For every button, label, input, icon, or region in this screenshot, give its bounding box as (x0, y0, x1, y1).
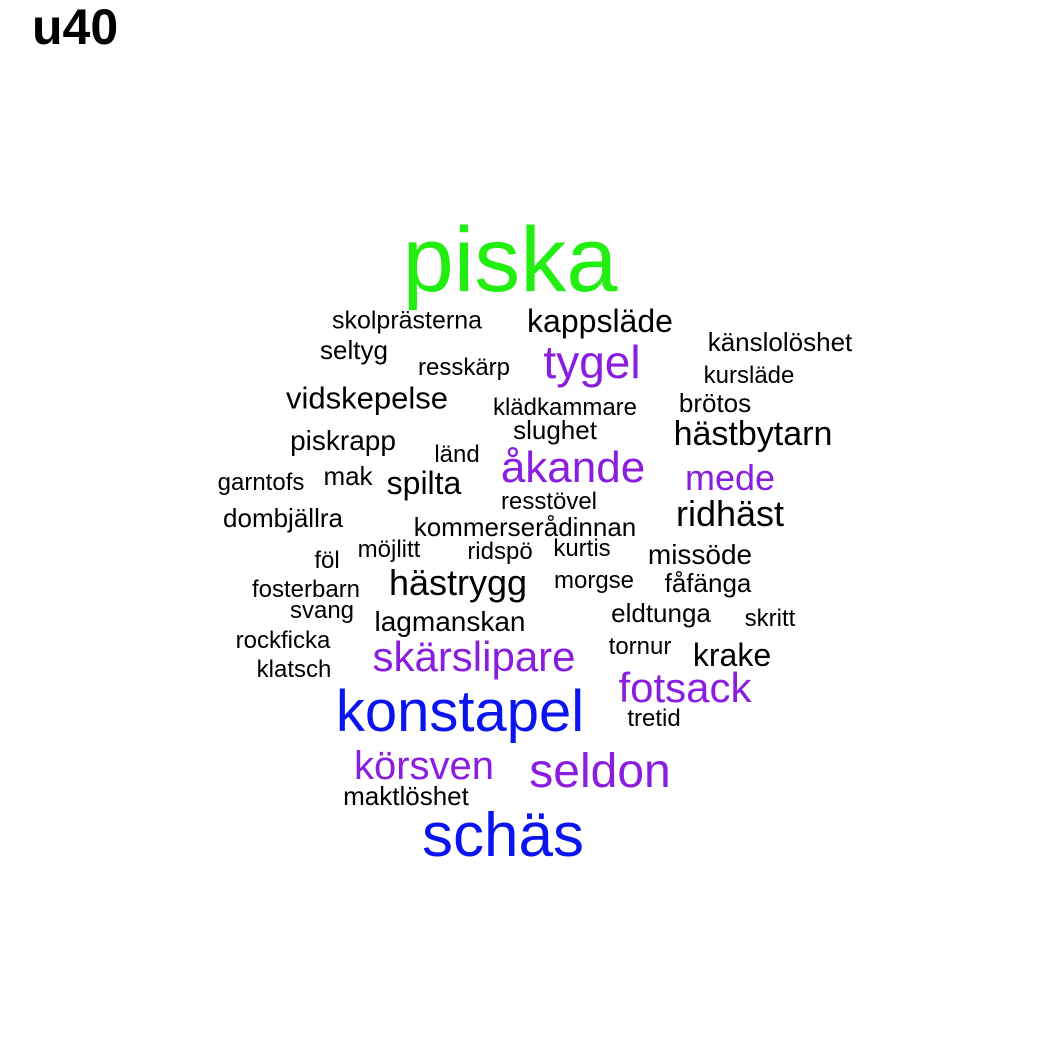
word-rockficka: rockficka (235, 627, 331, 654)
word-fol: föl (314, 547, 340, 574)
word-morgse: morgse (553, 567, 635, 594)
word-fafanga: fåfänga (664, 568, 752, 598)
word-kurtis: kurtis (553, 535, 611, 562)
word-tretid: tretid (627, 705, 681, 732)
word-schas: schäs (422, 801, 584, 870)
word-mede: mede (684, 457, 776, 498)
word-kansloloshet: känslolöshet (707, 327, 853, 357)
word-kappslade: kappsläde (527, 303, 673, 339)
word-hastrygg: hästrygg (388, 562, 528, 603)
word-garntofs: garntofs (217, 469, 305, 496)
word-land: länd (434, 441, 480, 468)
word-konstapel: konstapel (335, 679, 585, 744)
word-resstovel: resstövel (500, 488, 598, 515)
word-svang: svang (289, 597, 355, 624)
word-piskrapp: piskrapp (290, 425, 396, 456)
word-eldtunga: eldtunga (611, 598, 711, 628)
word-krake: krake (692, 637, 772, 673)
word-hastbytarn: hästbytarn (673, 415, 833, 453)
word-akande: åkande (500, 443, 646, 492)
word-maktloshet: maktlöshet (343, 781, 469, 811)
word-missode: missöde (647, 539, 753, 570)
word-kurslade: kursläde (703, 362, 795, 389)
word-fotsack: fotsack (618, 664, 752, 711)
word-dombjallra: dombjällra (223, 503, 343, 533)
panel-label: u40 (32, 0, 119, 55)
word-seltyg: seltyg (320, 335, 388, 365)
word-tygel: tygel (543, 336, 641, 388)
word-lagmanskan: lagmanskan (374, 606, 526, 637)
word-vidskepelse: vidskepelse (286, 380, 448, 416)
word-ridhast: ridhäst (675, 493, 785, 534)
word-mak: mak (323, 461, 373, 491)
word-tornur: tornur (608, 633, 672, 660)
word-slughet: slughet (513, 415, 597, 445)
word-mojlitt: möjlitt (357, 536, 421, 563)
word-klatsch: klatsch (256, 656, 332, 683)
word-seldon: seldon (529, 745, 671, 798)
word-skarslipare: skärslipare (372, 633, 576, 680)
word-korsven: körsven (353, 744, 495, 788)
word-ridspo: ridspö (467, 538, 533, 565)
word-piska: piska (402, 209, 618, 311)
word-resskarp: resskärp (417, 354, 511, 381)
word-spilta: spilta (386, 465, 462, 501)
word-brotos: brötos (678, 388, 752, 418)
word-skolprasterna: skolprästerna (331, 306, 483, 335)
word-skritt: skritt (744, 605, 796, 632)
